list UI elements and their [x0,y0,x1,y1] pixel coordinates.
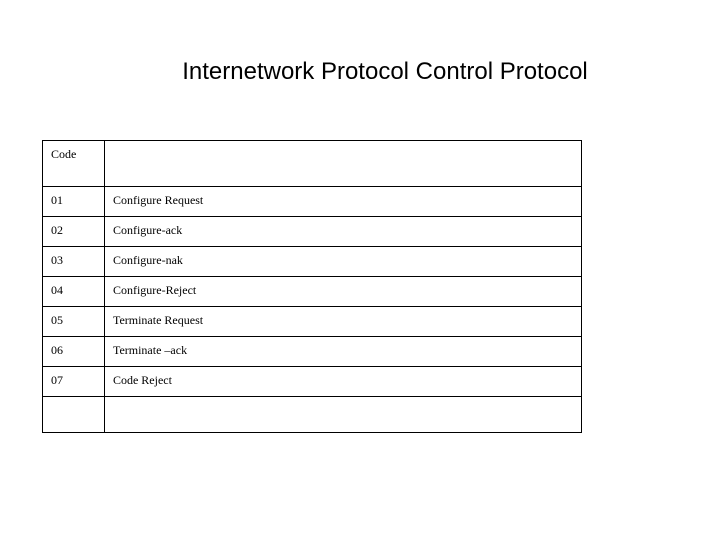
cell-desc: Configure-nak [104,247,581,277]
cell-desc: Terminate Request [104,307,581,337]
cell-code: 07 [43,367,105,397]
table-row: 06 Terminate –ack [43,337,582,367]
cell-code: 03 [43,247,105,277]
table-header-row: Code [43,141,582,187]
table-row: 04 Configure-Reject [43,277,582,307]
footer-desc [104,397,581,433]
cell-desc: Terminate –ack [104,337,581,367]
ipcp-table-container: Code 01 Configure Request 02 Configure-a… [42,140,582,433]
footer-code [43,397,105,433]
cell-desc: Configure-ack [104,217,581,247]
page-title: Internetwork Protocol Control Protocol [0,58,720,86]
table-row: 02 Configure-ack [43,217,582,247]
table-footer-row [43,397,582,433]
cell-code: 05 [43,307,105,337]
header-desc [104,141,581,187]
cell-code: 04 [43,277,105,307]
table-row: 03 Configure-nak [43,247,582,277]
cell-desc: Code Reject [104,367,581,397]
cell-code: 06 [43,337,105,367]
table-row: 01 Configure Request [43,187,582,217]
table-row: 05 Terminate Request [43,307,582,337]
table-row: 07 Code Reject [43,367,582,397]
cell-desc: Configure Request [104,187,581,217]
cell-code: 02 [43,217,105,247]
header-code: Code [43,141,105,187]
ipcp-table: Code 01 Configure Request 02 Configure-a… [42,140,582,433]
cell-code: 01 [43,187,105,217]
cell-desc: Configure-Reject [104,277,581,307]
